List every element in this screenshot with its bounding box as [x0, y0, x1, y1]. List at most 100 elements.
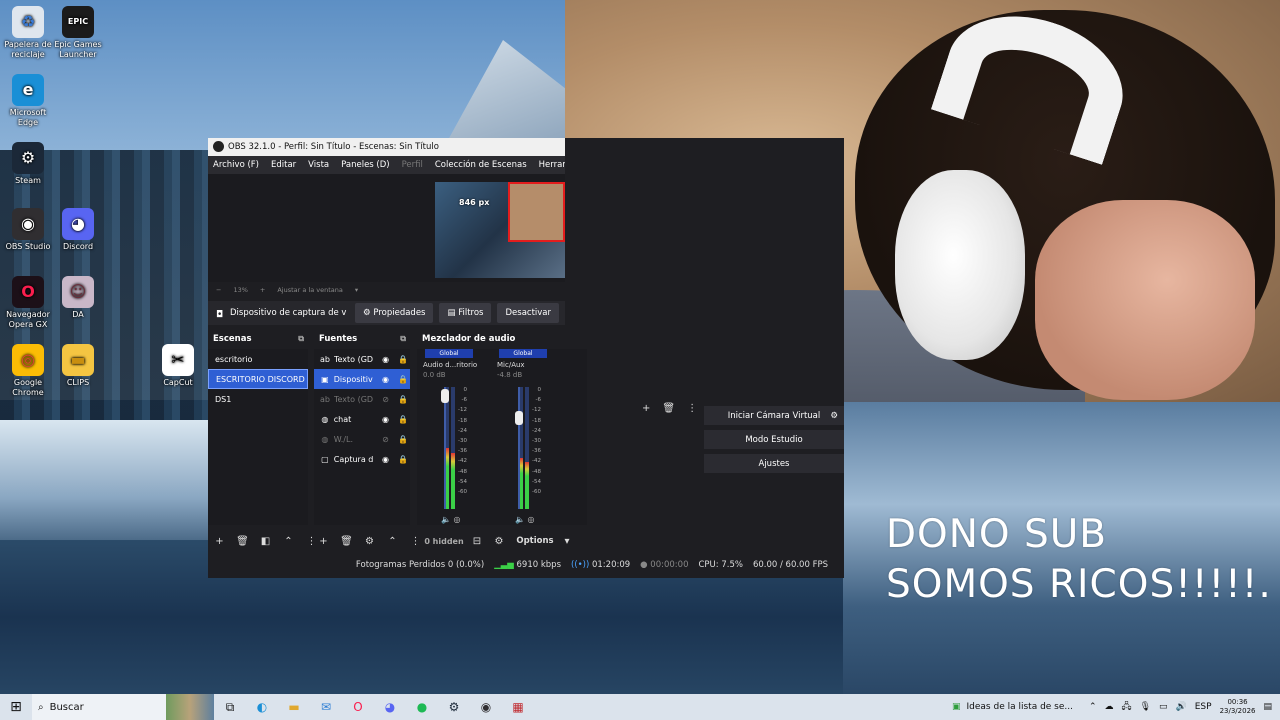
- discord-icon[interactable]: ◕: [374, 694, 406, 720]
- more-icon[interactable]: ⋮: [687, 403, 697, 414]
- scene-item[interactable]: escritorio: [208, 349, 308, 369]
- battery-icon[interactable]: ▭: [1159, 702, 1168, 712]
- search-highlight-image[interactable]: [166, 694, 214, 720]
- obs-titlebar[interactable]: OBS 32.1.0 - Perfil: Sin Título - Escena…: [208, 138, 565, 156]
- source-item[interactable]: ◍ chat ◉ 🔒: [314, 409, 410, 429]
- desktop-icon[interactable]: ✂ CapCut: [152, 344, 204, 388]
- mixer-channel-name[interactable]: Mic/Aux: [493, 361, 553, 369]
- desktop-icon[interactable]: ♻ Papelera de reciclaje: [2, 6, 54, 60]
- speaker-icon[interactable]: 🔈: [515, 515, 525, 524]
- menu-herramientas[interactable]: Herramientas: [539, 160, 565, 170]
- volume-fader-knob[interactable]: [441, 389, 449, 404]
- remove-source-icon[interactable]: 🗑: [335, 536, 358, 547]
- lock-icon[interactable]: 🔒: [396, 435, 410, 444]
- lock-icon[interactable]: 🔒: [396, 395, 410, 404]
- obs-preview[interactable]: 846 px: [208, 174, 565, 282]
- eye-icon[interactable]: ◉: [379, 355, 393, 364]
- menu-coleccion-escenas[interactable]: Colección de Escenas: [435, 160, 527, 170]
- undock-icon[interactable]: ⧉: [400, 334, 406, 344]
- chevron-down-icon[interactable]: ▾: [355, 286, 358, 294]
- cloud-icon[interactable]: ☁: [1105, 702, 1114, 712]
- menu-editar[interactable]: Editar: [271, 160, 296, 170]
- taskbar-notice[interactable]: ▣ Ideas de la lista de se...: [952, 694, 1073, 720]
- menu-perfil[interactable]: Perfil: [402, 160, 423, 170]
- source-item[interactable]: ab Texto (GD ⊘ 🔒: [314, 389, 410, 409]
- volume-fader-track[interactable]: [518, 387, 520, 509]
- task-view-icon[interactable]: ⧉: [214, 694, 246, 720]
- lock-icon[interactable]: 🔒: [396, 375, 410, 384]
- zoom-in-button[interactable]: +: [260, 286, 265, 294]
- studio-mode-button[interactable]: Modo Estudio: [704, 430, 844, 449]
- desktop-icon[interactable]: ◕ Discord: [52, 208, 104, 252]
- microphone-icon[interactable]: 🎙: [1140, 702, 1151, 712]
- settings-button[interactable]: Ajustes: [704, 454, 844, 473]
- preview-selected-source[interactable]: [508, 182, 565, 242]
- scene-item-selected[interactable]: ESCRITORIO DISCORD: [208, 369, 308, 389]
- eye-off-icon[interactable]: ⊘: [379, 435, 393, 444]
- network-icon[interactable]: 🖧: [1122, 699, 1132, 715]
- edge-icon[interactable]: ◐: [246, 694, 278, 720]
- mail-icon[interactable]: ✉: [310, 694, 342, 720]
- menu-vista[interactable]: Vista: [308, 160, 329, 170]
- menu-archivo[interactable]: Archivo (F): [213, 160, 259, 170]
- desktop-icon[interactable]: ⚙ Steam: [2, 142, 54, 186]
- steam-icon[interactable]: ⚙: [438, 694, 470, 720]
- volume-fader-knob[interactable]: [515, 410, 523, 425]
- chevron-up-icon[interactable]: ⌃: [1089, 702, 1097, 712]
- source-item[interactable]: ▢ Captura d ◉ 🔒: [314, 449, 410, 469]
- options-button[interactable]: Options: [510, 536, 560, 546]
- clock[interactable]: 00:36 23/3/2026: [1220, 698, 1256, 716]
- zoom-out-button[interactable]: −: [216, 286, 221, 294]
- obs-icon[interactable]: ◉: [470, 694, 502, 720]
- taskbar-search[interactable]: ⌕ Buscar: [32, 694, 166, 720]
- lock-icon[interactable]: 🔒: [396, 415, 410, 424]
- desktop-icon[interactable]: ◎ Google Chrome: [2, 344, 54, 398]
- source-item[interactable]: ab Texto (GD ◉ 🔒: [314, 349, 410, 369]
- filters-button[interactable]: ▤ Filtros: [439, 303, 492, 323]
- volume-icon[interactable]: 🔊: [1176, 702, 1187, 712]
- desktop-icon[interactable]: EPIC Epic Games Launcher: [52, 6, 104, 60]
- app-red-icon[interactable]: ▦: [502, 694, 534, 720]
- lock-icon[interactable]: 🔒: [396, 455, 410, 464]
- speaker-icon[interactable]: 🔈: [441, 515, 451, 524]
- mixer-channel-name[interactable]: Audio d...ritorio: [419, 361, 479, 369]
- file-explorer-icon[interactable]: ▬: [278, 694, 310, 720]
- spotify-icon[interactable]: ●: [406, 694, 438, 720]
- eye-icon[interactable]: ◉: [379, 375, 393, 384]
- move-up-icon[interactable]: ⌃: [277, 536, 300, 547]
- notifications-icon[interactable]: ▤: [1263, 702, 1272, 712]
- chevron-down-icon[interactable]: ▾: [560, 536, 574, 547]
- deactivate-button[interactable]: Desactivar: [497, 303, 559, 323]
- desktop-icon[interactable]: ◉ OBS Studio: [2, 208, 54, 252]
- add-transition-icon[interactable]: +: [642, 403, 650, 414]
- volume-fader-track[interactable]: [444, 387, 446, 509]
- move-up-icon[interactable]: ⌃: [381, 536, 404, 547]
- windows-start-icon[interactable]: ⊞: [0, 699, 32, 715]
- undock-icon[interactable]: ⧉: [298, 334, 304, 344]
- mixer-layout-icon[interactable]: ⊟: [466, 536, 488, 547]
- scene-item[interactable]: DS1: [208, 389, 308, 409]
- add-scene-icon[interactable]: +: [208, 536, 231, 547]
- scene-filters-icon[interactable]: ◧: [254, 536, 277, 547]
- desktop-icon[interactable]: O Navegador Opera GX: [2, 276, 54, 330]
- virtual-camera-button[interactable]: Iniciar Cámara Virtual ⚙: [704, 406, 844, 425]
- mixer-settings-icon[interactable]: ⚙: [488, 536, 510, 547]
- gear-icon[interactable]: ⚙: [830, 411, 838, 421]
- preview-canvas[interactable]: 846 px: [435, 182, 565, 278]
- zoom-fit-select[interactable]: Ajustar a la ventana: [277, 286, 343, 294]
- add-source-icon[interactable]: +: [312, 536, 335, 547]
- menu-paneles[interactable]: Paneles (D): [341, 160, 389, 170]
- eye-off-icon[interactable]: ⊘: [379, 395, 393, 404]
- eye-icon[interactable]: ◉: [379, 415, 393, 424]
- source-item[interactable]: ▣ Dispositiv ◉ 🔒: [314, 369, 410, 389]
- monitor-icon[interactable]: ◎: [454, 515, 461, 524]
- source-item[interactable]: ◍ W./L. ⊘ 🔒: [314, 429, 410, 449]
- lock-icon[interactable]: 🔒: [396, 355, 410, 364]
- desktop-icon[interactable]: ☺ DA: [52, 276, 104, 320]
- eye-icon[interactable]: ◉: [379, 455, 393, 464]
- language-indicator[interactable]: ESP: [1195, 702, 1212, 712]
- properties-button[interactable]: ⚙ Propiedades: [355, 303, 434, 323]
- source-settings-icon[interactable]: ⚙: [358, 536, 381, 547]
- remove-transition-icon[interactable]: 🗑: [662, 403, 675, 414]
- opera-gx-icon[interactable]: O: [342, 694, 374, 720]
